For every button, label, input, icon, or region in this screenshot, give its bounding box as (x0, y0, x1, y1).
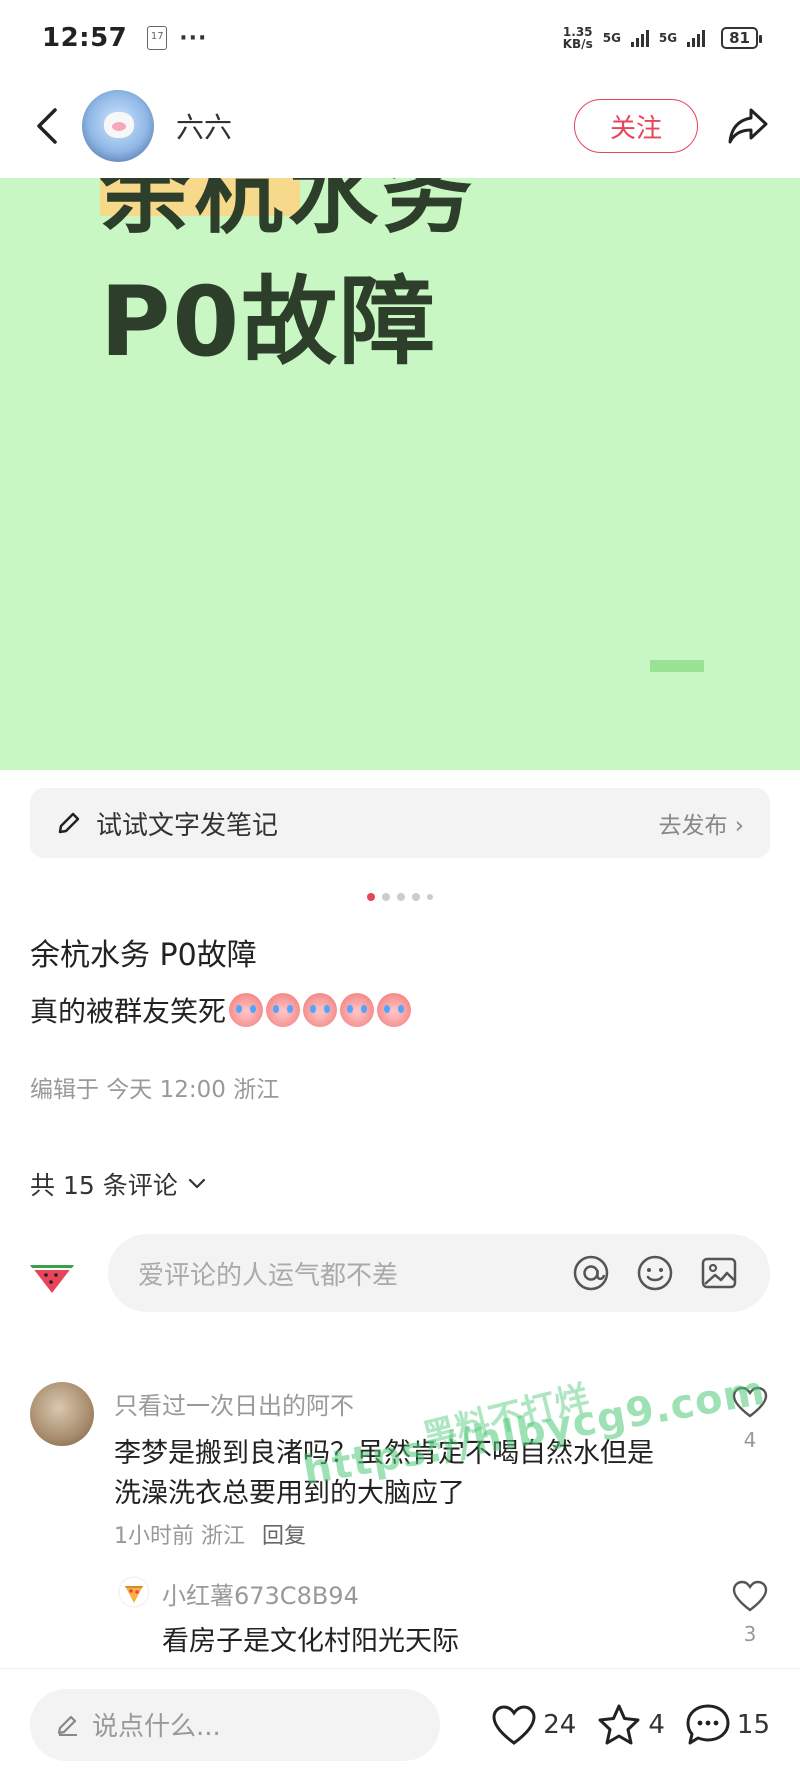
comment-bubble-icon (686, 1704, 730, 1744)
status-bar: 12:57 17 ··· 1.35 KB/s 5G 5G 81 (0, 0, 800, 76)
back-button[interactable] (28, 102, 64, 150)
pizza-avatar-icon[interactable] (118, 1576, 150, 1608)
post-body-text: 真的被群友笑死 (30, 995, 227, 1028)
emoji-button[interactable] (634, 1252, 676, 1294)
calendar-icon: 17 (147, 26, 168, 50)
author-avatar[interactable] (82, 90, 154, 162)
carousel-indicator (0, 893, 800, 901)
image-text-line1: 余杭水务 (100, 178, 476, 246)
publish-link[interactable]: 去发布 › (658, 806, 744, 840)
mention-button[interactable] (570, 1252, 612, 1294)
pencil-icon (58, 812, 80, 834)
crying-laughing-emoji-icon (303, 993, 338, 1027)
share-icon (728, 108, 768, 144)
watermelon-icon (30, 1265, 74, 1293)
comment-text: 李梦是搬到良渚吗？虽然肯定不喝自然水但是洗澡洗衣总要用到的大脑应了 (114, 1438, 654, 1509)
commenter-name[interactable]: 只看过一次日出的阿不 (114, 1386, 354, 1421)
comment-composer-row: 爱评论的人运气都不差 (30, 1234, 770, 1312)
collect-count: 4 (648, 1709, 665, 1740)
chevron-down-icon (188, 1178, 205, 1189)
network-speed: 1.35 KB/s (562, 25, 593, 51)
status-indicators: 1.35 KB/s 5G 5G 81 (562, 25, 762, 51)
image-icon (701, 1257, 737, 1289)
crying-laughing-emoji-icon (340, 993, 375, 1027)
bottom-action-bar: 说点什么... 24 4 15 (0, 1668, 800, 1780)
author-name[interactable]: 六六 (176, 106, 232, 146)
status-time: 12:57 (42, 23, 128, 53)
comment-input-placeholder: 爱评论的人运气都不差 (138, 1260, 399, 1291)
signal-icon (630, 29, 649, 47)
collect-button[interactable]: 4 (596, 1703, 665, 1747)
comment-location: 浙江 (201, 1524, 246, 1549)
post-body: 真的被群友笑死 (30, 990, 412, 1030)
crying-laughing-emoji-icon (229, 993, 264, 1027)
network-type-2: 5G (658, 31, 678, 45)
carousel-dot (397, 893, 405, 901)
chevron-left-icon (37, 108, 57, 144)
crying-laughing-emoji-icon (266, 993, 301, 1027)
reply-button[interactable]: 回复 (262, 1524, 306, 1549)
more-notifications-icon: ··· (179, 25, 208, 51)
star-icon (598, 1704, 640, 1744)
reply-item: 小红薯673C8B94 看房子是文化村阳光天际 3 (118, 1576, 770, 1666)
heart-icon (732, 1580, 768, 1612)
comment-count: 15 (736, 1709, 770, 1740)
share-button[interactable] (724, 102, 772, 150)
heart-icon (492, 1704, 536, 1745)
comment-meta: 1小时前 浙江 回复 (114, 1518, 306, 1550)
at-icon (573, 1255, 609, 1291)
comment-count-toggle[interactable]: 共 15 条评论 (30, 1166, 206, 1202)
comment-like-count: 3 (743, 1622, 757, 1646)
say-something-input[interactable]: 说点什么... (30, 1688, 440, 1761)
comment-like-count: 4 (743, 1428, 757, 1452)
carousel-dot (427, 894, 433, 900)
image-decoration (650, 660, 704, 672)
crying-laughing-emoji-icon (377, 993, 412, 1027)
image-text-line2: P0故障 (100, 266, 438, 378)
like-count: 24 (543, 1709, 577, 1740)
post-meta: 编辑于 今天 12:00 浙江 (30, 1077, 280, 1103)
commenter-avatar[interactable] (30, 1382, 94, 1446)
signal-icon-2 (687, 29, 706, 47)
post-image[interactable]: 余杭水务 P0故障 (0, 178, 800, 770)
heart-icon (732, 1386, 768, 1418)
comment-like-button[interactable]: 4 (730, 1386, 770, 1452)
post-header: 六六 关注 (0, 82, 800, 170)
comment-like-button[interactable]: 3 (730, 1580, 770, 1646)
network-type-1: 5G (602, 31, 621, 45)
commenter-name[interactable]: 小红薯673C8B94 (162, 1576, 359, 1611)
comment-time: 1小时前 (114, 1524, 194, 1549)
comment-text: 看房子是文化村阳光天际 (162, 1626, 459, 1657)
comment-button[interactable]: 15 (685, 1703, 770, 1747)
battery-icon: 81 (721, 27, 762, 49)
like-button[interactable]: 24 (491, 1704, 576, 1746)
smiley-icon (637, 1255, 673, 1291)
comment-input[interactable]: 爱评论的人运气都不差 (108, 1234, 770, 1312)
text-note-bar[interactable]: 试试文字发笔记 去发布 › (30, 788, 770, 858)
carousel-dot (382, 893, 390, 901)
say-something-placeholder: 说点什么... (92, 1712, 221, 1742)
pen-icon (57, 1715, 77, 1736)
follow-button[interactable]: 关注 (574, 99, 698, 153)
comment-item: 只看过一次日出的阿不 李梦是搬到良渚吗？虽然肯定不喝自然水但是洗澡洗衣总要用到的… (30, 1382, 770, 1562)
image-button[interactable] (698, 1252, 740, 1294)
post-title: 余杭水务 P0故障 (30, 938, 257, 973)
comment-count-label: 共 15 条评论 (30, 1171, 178, 1200)
carousel-dot (412, 893, 420, 901)
carousel-dot (367, 893, 375, 901)
note-bar-label: 试试文字发笔记 (96, 810, 279, 841)
